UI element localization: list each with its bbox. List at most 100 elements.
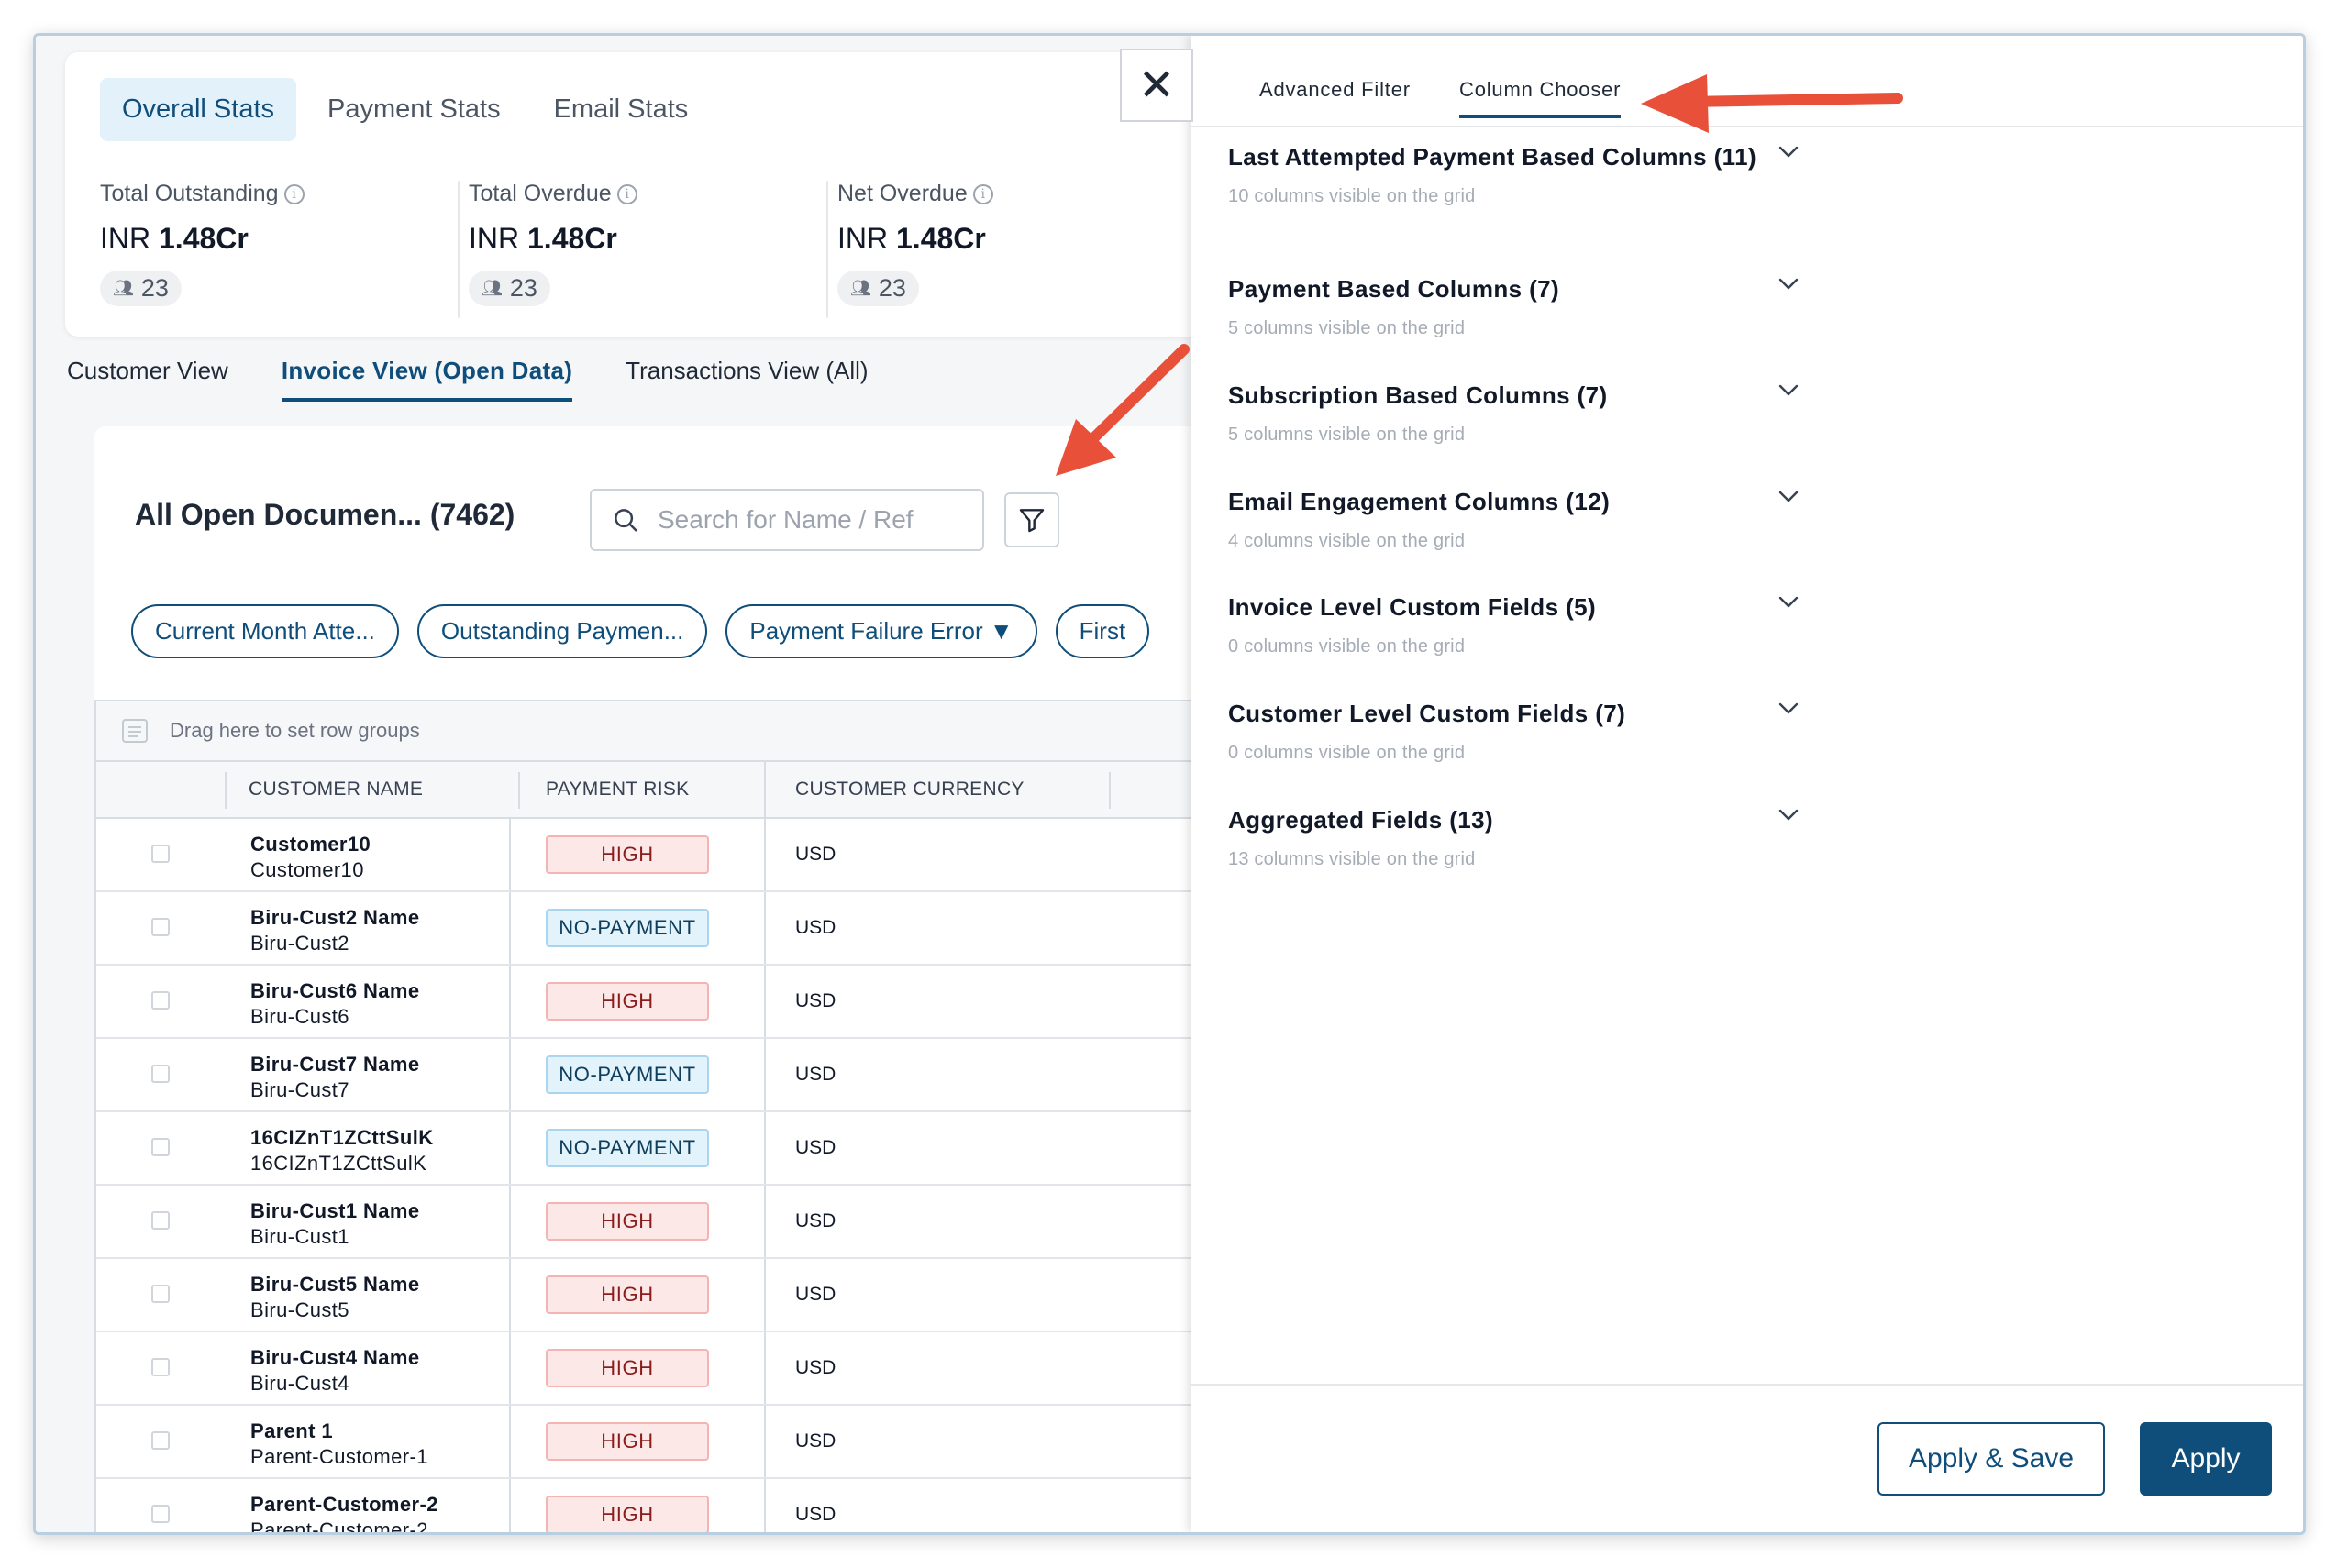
metric-total-overdue: Total Overdue i INR 1.48Cr 👥︎ 23 xyxy=(469,181,837,318)
tab-email-stats[interactable]: Email Stats xyxy=(532,78,711,141)
metric-label: Net Overdue xyxy=(837,181,968,206)
row-checkbox[interactable] xyxy=(151,1065,170,1083)
chip-current-month[interactable]: Current Month Atte... xyxy=(131,604,399,658)
column-group-title: Email Engagement Columns (12) xyxy=(1228,488,1611,515)
payment-risk-badge: HIGH xyxy=(546,835,709,874)
column-group-section[interactable]: Invoice Level Custom Fields (5) 0 columns… xyxy=(1228,587,1799,657)
chevron-down-icon[interactable] xyxy=(1778,702,1799,715)
currency-cell: USD xyxy=(795,844,836,865)
filter-button[interactable] xyxy=(1004,492,1059,547)
chevron-down-icon[interactable] xyxy=(1778,384,1799,397)
chevron-down-icon[interactable] xyxy=(1778,491,1799,503)
main-pane: Overall Stats Payment Stats Email Stats … xyxy=(36,36,1191,1532)
customer-id: Biru-Cust7 xyxy=(250,1078,349,1101)
row-checkbox[interactable] xyxy=(151,1431,170,1450)
column-group-section[interactable]: Last Attempted Payment Based Columns (11… xyxy=(1228,137,1799,207)
search-box[interactable] xyxy=(590,489,984,551)
chip-first[interactable]: First xyxy=(1055,604,1150,658)
chevron-down-icon[interactable] xyxy=(1778,278,1799,291)
customer-name: Biru-Cust7 Name xyxy=(250,1053,420,1076)
stats-tabs: Overall Stats Payment Stats Email Stats xyxy=(100,78,710,141)
table-row[interactable]: Parent 1 Parent-Customer-1 HIGH USD xyxy=(96,1406,1191,1479)
column-group-title: Invoice Level Custom Fields (5) xyxy=(1228,593,1597,621)
metric-net-overdue: Net Overdue i INR 1.48Cr 👥︎ 23 xyxy=(837,181,1191,318)
row-checkbox[interactable] xyxy=(151,1358,170,1376)
column-group-section[interactable]: Email Engagement Columns (12) 4 columns v… xyxy=(1228,481,1799,552)
apply-button[interactable]: Apply xyxy=(2140,1422,2272,1496)
filter-icon xyxy=(1019,509,1045,533)
info-icon[interactable]: i xyxy=(283,183,305,204)
chip-outstanding-payment[interactable]: Outstanding Paymen... xyxy=(416,604,708,658)
column-group-title: Customer Level Custom Fields (7) xyxy=(1228,700,1626,727)
column-header-payment-risk[interactable]: PAYMENT RISK xyxy=(546,778,689,801)
table-row[interactable]: Biru-Cust2 Name Biru-Cust2 NO-PAYMENT USD xyxy=(96,892,1191,966)
customer-name-cell: Biru-Cust4 Name Biru-Cust4 xyxy=(250,1345,419,1397)
quick-filter-chips: Current Month Atte... Outstanding Paymen… xyxy=(131,604,1150,658)
table-row[interactable]: Biru-Cust4 Name Biru-Cust4 HIGH USD xyxy=(96,1332,1191,1406)
stats-card: Overall Stats Payment Stats Email Stats … xyxy=(65,52,1191,337)
table-row[interactable]: 16CIZnT1ZCttSulK 16CIZnT1ZCttSulK NO-PAYME… xyxy=(96,1112,1191,1186)
apply-and-save-button[interactable]: Apply & Save xyxy=(1877,1422,2105,1496)
column-group-section[interactable]: Aggregated Fields (13) 13 columns visible… xyxy=(1228,800,1799,870)
search-icon xyxy=(615,509,637,532)
payment-risk-badge: HIGH xyxy=(546,1202,709,1241)
currency-cell: USD xyxy=(795,1357,836,1378)
app-window: Overall Stats Payment Stats Email Stats … xyxy=(33,33,2306,1535)
customer-id: Biru-Cust2 xyxy=(250,932,349,955)
table-row[interactable]: Biru-Cust5 Name Biru-Cust5 HIGH USD xyxy=(96,1259,1191,1332)
column-group-title: Payment Based Columns (7) xyxy=(1228,275,1560,303)
column-header-customer-currency[interactable]: CUSTOMER CURRENCY xyxy=(795,778,1025,801)
chip-payment-failure-error[interactable]: Payment Failure Error ▼ xyxy=(725,604,1037,658)
row-checkbox[interactable] xyxy=(151,991,170,1010)
row-group-dropzone[interactable]: Drag here to set row groups xyxy=(96,701,1191,762)
metric-value: 1.48Cr xyxy=(896,222,986,255)
customer-id: Biru-Cust1 xyxy=(250,1225,349,1248)
column-group-section[interactable]: Subscription Based Columns (7) 5 columns … xyxy=(1228,375,1799,446)
chevron-down-icon[interactable] xyxy=(1778,146,1799,159)
customer-name-cell: Parent-Customer-2 Parent-Customer-2 xyxy=(250,1492,438,1532)
chevron-down-icon[interactable] xyxy=(1778,596,1799,609)
tab-overall-stats[interactable]: Overall Stats xyxy=(100,78,296,141)
close-button[interactable]: ✕ xyxy=(1120,49,1193,122)
metric-currency: INR xyxy=(837,222,889,255)
metric-label: Total Overdue xyxy=(469,181,612,206)
column-group-section[interactable]: Payment Based Columns (7) 5 columns visib… xyxy=(1228,269,1799,339)
row-checkbox[interactable] xyxy=(151,918,170,936)
table-row[interactable]: Biru-Cust6 Name Biru-Cust6 HIGH USD xyxy=(96,966,1191,1039)
row-checkbox[interactable] xyxy=(151,845,170,863)
row-checkbox[interactable] xyxy=(151,1138,170,1156)
column-group-visible-count: 5 columns visible on the grid xyxy=(1228,425,1466,445)
info-icon[interactable]: i xyxy=(616,183,637,204)
customer-name: Biru-Cust5 Name xyxy=(250,1273,420,1296)
people-icon: 👥︎ xyxy=(482,279,503,297)
close-icon: ✕ xyxy=(1137,61,1176,110)
row-checkbox[interactable] xyxy=(151,1211,170,1230)
tab-payment-stats[interactable]: Payment Stats xyxy=(305,78,523,141)
metric-currency: INR xyxy=(469,222,520,255)
grid-body: Customer10 Customer10 HIGH USD Biru-Cust2 Na… xyxy=(96,819,1191,1532)
table-row[interactable]: Parent-Customer-2 Parent-Customer-2 HIGH US… xyxy=(96,1479,1191,1532)
tab-customer-view[interactable]: Customer View xyxy=(67,357,228,402)
tab-invoice-view[interactable]: Invoice View (Open Data) xyxy=(281,357,573,402)
people-icon: 👥︎ xyxy=(113,279,134,297)
table-row[interactable]: Customer10 Customer10 HIGH USD xyxy=(96,819,1191,892)
payment-risk-badge: HIGH xyxy=(546,982,709,1021)
info-icon[interactable]: i xyxy=(972,183,993,204)
tab-column-chooser[interactable]: Column Chooser xyxy=(1459,78,1622,118)
currency-cell: USD xyxy=(795,1504,836,1525)
row-checkbox[interactable] xyxy=(151,1285,170,1303)
customer-name-cell: Biru-Cust6 Name Biru-Cust6 xyxy=(250,978,419,1030)
customer-id: Customer10 xyxy=(250,858,364,881)
tab-advanced-filter[interactable]: Advanced Filter xyxy=(1259,78,1411,115)
table-row[interactable]: Biru-Cust1 Name Biru-Cust1 HIGH USD xyxy=(96,1186,1191,1259)
table-row[interactable]: Biru-Cust7 Name Biru-Cust7 NO-PAYMENT USD xyxy=(96,1039,1191,1112)
grid-title: All Open Documen... (7462) xyxy=(135,498,515,531)
tab-transactions-view[interactable]: Transactions View (All) xyxy=(626,357,868,402)
column-group-section[interactable]: Customer Level Custom Fields (7) 0 column… xyxy=(1228,693,1799,764)
chevron-down-icon[interactable] xyxy=(1778,809,1799,822)
column-group-title: Aggregated Fields (13) xyxy=(1228,806,1494,834)
column-header-customer-name[interactable]: CUSTOMER NAME xyxy=(249,778,423,801)
search-input[interactable] xyxy=(658,505,951,535)
row-checkbox[interactable] xyxy=(151,1505,170,1523)
customer-name: Parent-Customer-2 xyxy=(250,1493,438,1516)
